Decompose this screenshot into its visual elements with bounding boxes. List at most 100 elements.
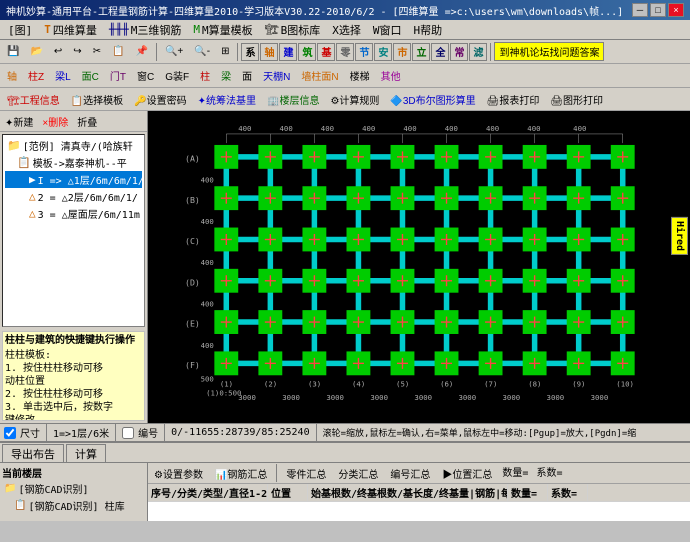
tb-axis[interactable]: 轴: [260, 43, 278, 61]
tb-seltemplate[interactable]: 📋选择模板: [66, 89, 128, 109]
project-tree[interactable]: 📁 [范例] 清真寺/(哈族轩 📋 模板->嘉泰神机--平 ▶ I => △1层…: [2, 134, 145, 327]
scale-display: 1=>1层/6米: [53, 425, 109, 440]
tb-projinfo[interactable]: 🏗工程信息: [2, 89, 65, 109]
goto-forum-button[interactable]: 到神机论坛找问题答案: [494, 42, 604, 61]
tree-delete-button[interactable]: ×删除: [38, 112, 72, 130]
template-tree-icon: 📋: [17, 156, 31, 169]
tb-wall[interactable]: 墙柱面N: [296, 66, 343, 86]
tb-build[interactable]: 建: [279, 43, 297, 61]
tb-graph-print[interactable]: 🖨图形打印: [545, 89, 608, 109]
tb-zero[interactable]: 零: [336, 43, 354, 61]
tb-calc-base[interactable]: ✦统筹法基里: [193, 89, 261, 109]
menu-item-library[interactable]: 🏗B图标库: [259, 20, 327, 40]
tab-export[interactable]: 导出布告: [2, 444, 64, 462]
column-lib-item[interactable]: 📋 [钢筋CAD识别] 柱库: [2, 497, 145, 514]
svg-text:(1): (1): [220, 379, 233, 388]
class-summary-button[interactable]: 分类汇总: [333, 464, 383, 482]
tree-item-floor2[interactable]: △ 2 = △2层/6m/6m/1/: [5, 188, 142, 205]
floor1-icon: ▶: [29, 173, 36, 186]
tb-password[interactable]: 🔑设置密码: [129, 89, 191, 109]
hired-label[interactable]: Hired: [671, 217, 688, 255]
tab-calc[interactable]: 计算: [66, 444, 106, 462]
bottom-right-toolbar: ⚙设置参数 📊钢筋汇总 零件汇总 分类汇总 编号汇总 ▶位置汇总 数量= 系数=: [148, 463, 690, 484]
tb-column[interactable]: 柱Z: [23, 66, 49, 86]
tb-tile[interactable]: 天棚N: [258, 66, 295, 86]
tb-calc-rule[interactable]: ⚙计算规则: [325, 89, 384, 109]
set-params-button[interactable]: ⚙设置参数: [149, 464, 208, 482]
menu-item-t4d[interactable]: T四维算量: [38, 20, 103, 40]
menu-item-help[interactable]: H帮助: [407, 20, 448, 40]
tb-zoomout[interactable]: 🔍-: [189, 42, 215, 62]
size-checkbox[interactable]: [4, 427, 16, 439]
cad-canvas[interactable]: (A) (B) (C) (D) (E) (F) 400 400 400 400 …: [148, 111, 690, 423]
tb-floor3[interactable]: 面: [237, 66, 257, 86]
cad-drawing: (A) (B) (C) (D) (E) (F) 400 400 400 400 …: [148, 111, 690, 423]
tb-paste[interactable]: 📌: [131, 42, 153, 62]
sep-status1: [46, 424, 47, 442]
central-area: ✦新建 ×删除 折叠 📁 [范例] 清真寺/(哈族轩 📋 模板->嘉泰神机--平…: [0, 111, 690, 423]
tb-zoomin[interactable]: 🔍+: [160, 42, 188, 62]
tb-filter[interactable]: 滤: [469, 43, 487, 61]
tb-report-print[interactable]: 🖨报表打印: [482, 89, 545, 109]
tb-fit[interactable]: ⊞: [216, 42, 234, 62]
close-button[interactable]: ×: [668, 3, 684, 17]
svg-text:(5): (5): [396, 379, 409, 388]
minimize-button[interactable]: ─: [632, 3, 648, 17]
tb-floor-info[interactable]: 🏢楼层信息: [262, 89, 324, 109]
tb-undo[interactable]: ↩: [49, 42, 67, 62]
num-checkbox[interactable]: [122, 427, 134, 439]
tb-system[interactable]: 系: [241, 43, 259, 61]
tree-collapse-button[interactable]: 折叠: [73, 112, 101, 130]
tb-beam2[interactable]: 梁: [216, 66, 236, 86]
tb-safe[interactable]: 安: [374, 43, 392, 61]
tb-section[interactable]: 节: [355, 43, 373, 61]
tree-item-root[interactable]: 📁 [范例] 清真寺/(哈族轩: [5, 137, 142, 154]
num-summary-button[interactable]: 编号汇总: [385, 464, 435, 482]
tb-open[interactable]: 📂: [25, 42, 47, 62]
tree-new-button[interactable]: ✦新建: [1, 112, 37, 130]
svg-text:400: 400: [403, 124, 416, 133]
tb-3d-calc[interactable]: 🔷3D布尔图形算里: [385, 89, 480, 109]
parts-summary-button[interactable]: 零件汇总: [281, 464, 331, 482]
coords-display: 0/-11655:28739/85:25240: [171, 427, 309, 438]
tb-stairs[interactable]: 楼梯: [345, 66, 375, 86]
menu-item-select[interactable]: X选择: [326, 20, 367, 40]
tb-redo[interactable]: ↪: [68, 42, 86, 62]
tb-cut[interactable]: ✂: [88, 42, 106, 62]
tb-beam[interactable]: 梁L: [50, 66, 76, 86]
svg-text:3000: 3000: [370, 393, 388, 402]
sep-status4: [316, 424, 317, 442]
bottom-right-panel: ⚙设置参数 📊钢筋汇总 零件汇总 分类汇总 编号汇总 ▶位置汇总 数量= 系数=…: [148, 463, 690, 521]
menu-item-window[interactable]: W窗口: [367, 20, 408, 40]
tree-item-floor1[interactable]: ▶ I => △1层/6m/6m/1/: [5, 171, 142, 188]
tb-room[interactable]: 窗C: [132, 66, 159, 86]
tb-market[interactable]: 市: [393, 43, 411, 61]
tree-item-roof[interactable]: △ 3 = △屋面层/6m/11m: [5, 205, 142, 222]
tb-save[interactable]: 💾: [2, 42, 24, 62]
tb-axis2[interactable]: 轴: [2, 66, 22, 86]
rebar-summary-button[interactable]: 📊钢筋汇总: [210, 464, 272, 482]
pos-summary-button[interactable]: ▶位置汇总: [437, 464, 497, 482]
tb-all[interactable]: 全: [431, 43, 449, 61]
tree-item-template[interactable]: 📋 模板->嘉泰神机--平: [5, 154, 142, 171]
tb-stand[interactable]: 立: [412, 43, 430, 61]
tb-base[interactable]: 基: [317, 43, 335, 61]
tb-copy[interactable]: 📋: [107, 42, 129, 62]
tb-normal[interactable]: 常: [450, 43, 468, 61]
bottom-content: 当前楼层 📁 [钢筋CAD识别] 📋 [钢筋CAD识别] 柱库 ⚙设置参数 📊钢…: [0, 463, 690, 521]
tb-floor2[interactable]: 面C: [77, 66, 104, 86]
menu-item-tu[interactable]: [图]: [2, 20, 38, 40]
svg-text:(A): (A): [185, 153, 200, 163]
maximize-button[interactable]: □: [650, 3, 666, 17]
tb-door[interactable]: 门T: [105, 66, 131, 86]
svg-text:(E): (E): [185, 319, 200, 329]
menu-item-3d-rebar[interactable]: ╫╫╫M三维钢筋: [103, 20, 188, 40]
rebar-cad-item[interactable]: 📁 [钢筋CAD识别]: [2, 480, 145, 497]
tb-other[interactable]: 其他: [376, 66, 406, 86]
tb-column2[interactable]: 柱: [195, 66, 215, 86]
tb-found[interactable]: 筑: [298, 43, 316, 61]
svg-text:(4): (4): [352, 379, 365, 388]
template-label: 模板->嘉泰神机--平: [33, 155, 127, 170]
tb-garment[interactable]: G装F: [160, 66, 194, 86]
menu-item-template[interactable]: MM算量模板: [187, 20, 258, 40]
